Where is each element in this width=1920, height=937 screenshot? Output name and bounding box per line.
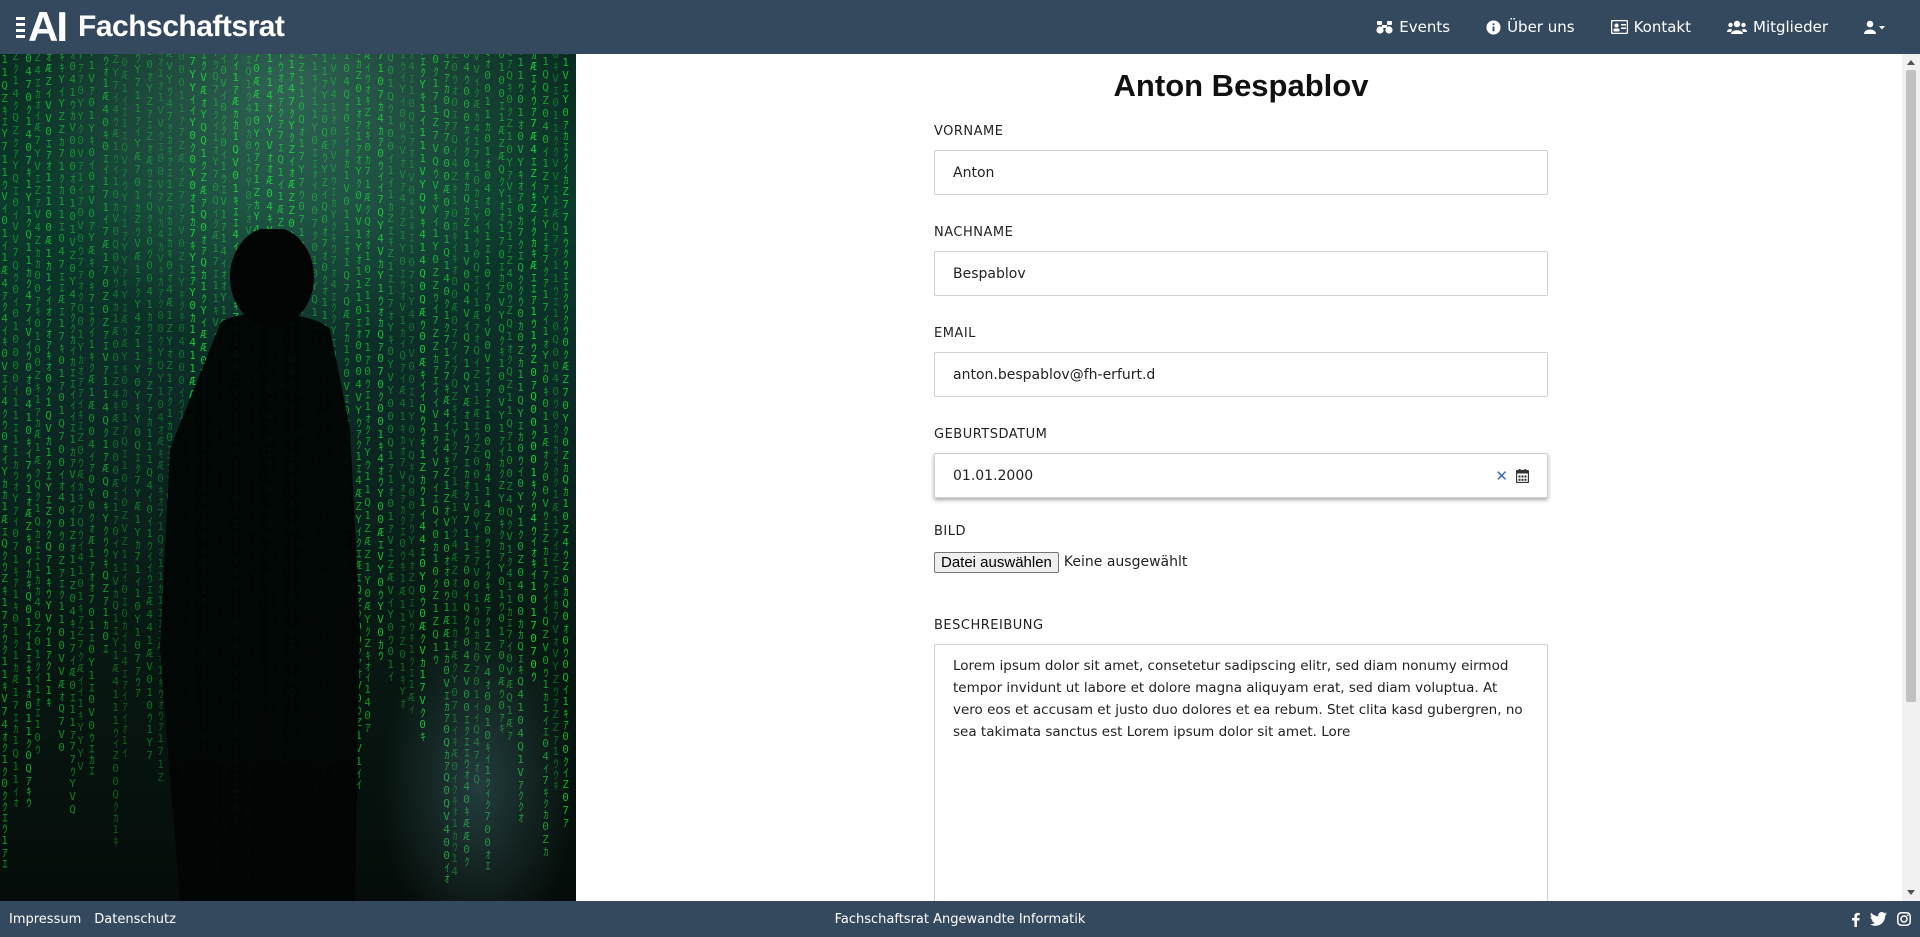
bild-file-input: Datei auswählen Keine ausgewählt [934,550,1548,574]
beschreibung-value: Lorem ipsum dolor sit amet, consetetur s… [953,658,1523,740]
user-dropdown-icon [1864,20,1885,34]
vorname-value: Anton [953,164,995,181]
users-icon [1727,20,1747,34]
clear-date-icon[interactable]: ✕ [1495,467,1508,485]
fh-ai-logo: AI [16,3,68,50]
calendar-icon[interactable] [1516,468,1529,483]
vorname-input[interactable]: Anton [934,150,1548,195]
nachname-value: Bespablov [953,265,1026,282]
geburtsdatum-label: GEBURTSDATUM [934,427,1048,442]
social-links [1851,912,1911,927]
fh-logo-mark [16,16,25,38]
main-nav: Events Über uns Kontakt Mitglieder [1376,18,1886,36]
email-input[interactable]: anton.bespablov@fh-erfurt.d [934,352,1548,397]
bild-label: BILD [934,524,967,539]
nav-ueber-uns[interactable]: Über uns [1486,18,1575,36]
datenschutz-link[interactable]: Datenschutz [94,912,176,927]
nachname-input[interactable]: Bespablov [934,251,1548,296]
footer-links: Impressum Datenschutz [9,912,176,927]
file-status: Keine ausgewählt [1063,554,1188,570]
brand[interactable]: AI Fachschaftsrat [16,3,285,50]
facebook-icon[interactable] [1851,912,1860,927]
geburtsdatum-input[interactable]: 01.01.2000 ✕ [934,453,1548,498]
nav-kontakt-label: Kontakt [1633,18,1691,36]
nav-events[interactable]: Events [1376,18,1450,36]
contact-card-icon [1610,20,1628,34]
scroll-thumb[interactable] [1906,70,1916,702]
vorname-label: VORNAME [934,124,1004,139]
beschreibung-textarea[interactable]: Lorem ipsum dolor sit amet, consetetur s… [934,644,1548,901]
choose-file-button[interactable]: Datei auswählen [934,551,1059,573]
email-label: EMAIL [934,326,976,341]
nachname-label: NACHNAME [934,225,1014,240]
twitter-icon[interactable] [1870,912,1887,926]
nav-events-label: Events [1399,18,1451,36]
nav-mitglieder[interactable]: Mitglieder [1727,18,1828,36]
logo-text: AI [28,3,68,50]
impressum-link[interactable]: Impressum [9,912,81,927]
person-silhouette [160,229,360,901]
footer: Impressum Datenschutz Fachschaftsrat Ang… [0,901,1920,937]
date-actions: ✕ [1495,467,1529,485]
top-navbar: AI Fachschaftsrat Events Über uns Kontak… [0,0,1920,54]
brand-title: Fachschaftsrat [78,10,285,43]
nav-ueber-uns-label: Über uns [1507,18,1575,36]
member-edit-form: Anton Bespablov VORNAME Anton NACHNAME B… [934,54,1548,901]
info-circle-icon [1486,19,1501,35]
user-menu-toggle[interactable] [1864,20,1886,34]
geburtsdatum-value: 01.01.2000 [953,467,1034,484]
instagram-icon[interactable] [1897,912,1911,926]
scroll-down-arrow-icon[interactable] [1907,890,1915,895]
binoculars-icon [1376,21,1393,34]
nav-kontakt[interactable]: Kontakt [1610,18,1691,36]
page-scrollbar[interactable] [1902,54,1920,901]
email-value: anton.bespablov@fh-erfurt.d [953,366,1156,383]
nav-mitglieder-label: Mitglieder [1753,18,1828,36]
matrix-background-image: 11ｷ1VｴY0ｱｶｴｸｲｶZ771ｳｸｳｴｴｸｳｸｳ0ｸÆZ70Yｸ0ZｶQｶ… [0,54,576,901]
page-title: Anton Bespablov [1113,68,1369,103]
beschreibung-label: BESCHREIBUNG [934,618,1044,633]
footer-title: Fachschaftsrat Angewandte Informatik [834,911,1086,927]
scroll-up-arrow-icon[interactable] [1907,60,1915,65]
main-content: Anton Bespablov VORNAME Anton NACHNAME B… [576,54,1902,901]
